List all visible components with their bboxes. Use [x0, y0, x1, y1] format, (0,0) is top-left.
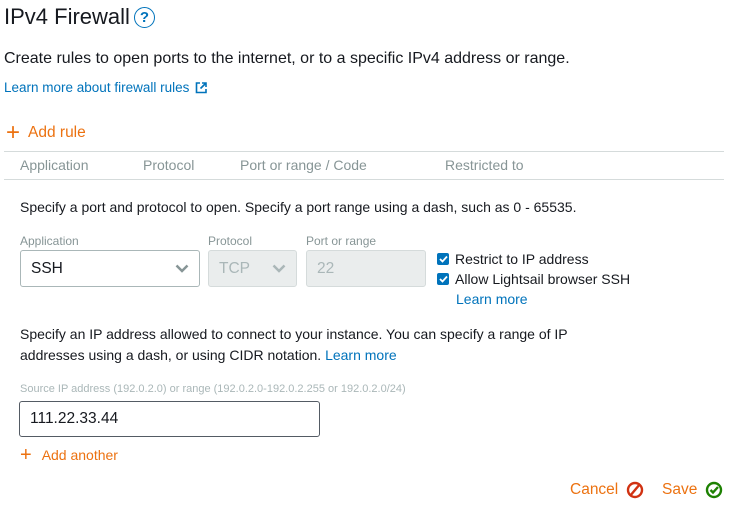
question-circle-icon[interactable]: ?: [133, 6, 155, 28]
column-header-restricted: Restricted to: [445, 157, 524, 173]
browser-ssh-checkbox[interactable]: Allow Lightsail browser SSH: [437, 271, 630, 287]
check-circle-icon: [706, 481, 723, 499]
protocol-label: Protocol: [208, 234, 253, 248]
protocol-select[interactable]: TCP: [208, 250, 297, 287]
port-label: Port or range: [306, 234, 377, 248]
table-top-divider: [4, 151, 724, 152]
chevron-down-icon: [272, 264, 286, 273]
ip-hint-line2-text: addresses using a dash, or using CIDR no…: [20, 347, 322, 363]
application-value: SSH: [31, 259, 63, 277]
add-rule-label: Add rule: [28, 124, 86, 141]
title-text: IPv4 Firewall: [4, 4, 130, 29]
source-ip-input[interactable]: 111.22.33.44: [19, 401, 320, 437]
column-header-application: Application: [20, 157, 89, 173]
save-label: Save: [662, 481, 698, 498]
column-header-port: Port or range / Code: [240, 157, 367, 173]
restrict-ip-label: Restrict to IP address: [455, 251, 589, 267]
source-ip-value: 111.22.33.44: [30, 410, 119, 427]
learn-more-firewall-label: Learn more about firewall rules: [4, 80, 190, 95]
port-hint-text: Specify a port and protocol to open. Spe…: [20, 199, 577, 215]
cancel-label: Cancel: [570, 481, 619, 498]
plus-icon: +: [20, 444, 32, 466]
external-link-icon: [196, 81, 208, 93]
browser-ssh-label: Allow Lightsail browser SSH: [455, 271, 631, 287]
port-value: 22: [317, 259, 335, 277]
port-input[interactable]: 22: [306, 250, 426, 287]
ip-hint-line1: Specify an IP address allowed to connect…: [20, 326, 568, 342]
cancel-circle-slash-icon: [627, 481, 644, 499]
column-header-protocol: Protocol: [143, 157, 195, 173]
page-description: Create rules to open ports to the intern…: [4, 50, 570, 67]
ip-hint-line2: addresses using a dash, or using CIDR no…: [20, 347, 397, 363]
ssh-learn-more-link[interactable]: Learn more: [456, 291, 528, 307]
save-button[interactable]: Save: [662, 481, 723, 499]
application-label: Application: [20, 234, 79, 248]
add-another-label: Add another: [41, 447, 118, 463]
learn-more-firewall-link[interactable]: Learn more about firewall rules: [4, 80, 208, 95]
checkbox-checked-icon: [437, 273, 449, 285]
add-another-button[interactable]: + Add another: [20, 445, 118, 465]
add-rule-button[interactable]: + Add rule: [6, 121, 86, 145]
application-select[interactable]: SSH: [20, 250, 200, 287]
cidr-learn-more-link[interactable]: Learn more: [325, 347, 397, 363]
protocol-value: TCP: [219, 259, 250, 277]
chevron-down-icon: [175, 264, 189, 273]
restrict-ip-checkbox[interactable]: Restrict to IP address: [437, 251, 589, 267]
table-header-divider: [4, 179, 724, 180]
cancel-button[interactable]: Cancel: [570, 481, 644, 499]
checkbox-checked-icon: [437, 253, 449, 265]
page-title: IPv4 Firewall ?: [4, 4, 155, 30]
plus-icon: +: [6, 119, 21, 146]
source-ip-label: Source IP address (192.0.2.0) or range (…: [20, 383, 406, 395]
